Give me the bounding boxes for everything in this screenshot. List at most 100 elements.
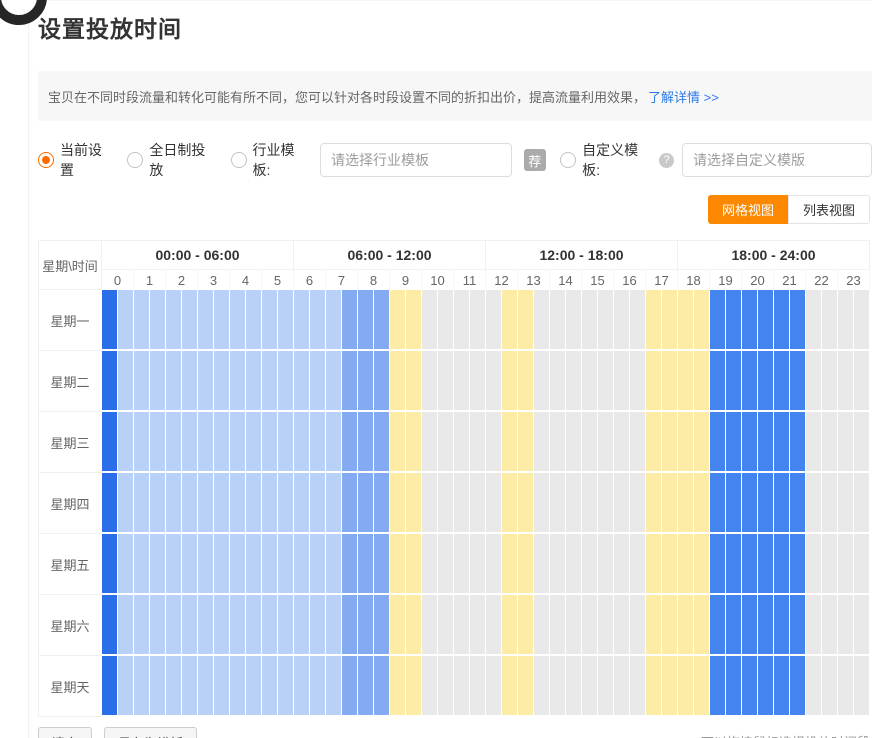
- time-slot-cell[interactable]: [518, 412, 534, 473]
- time-slot-cell[interactable]: [150, 351, 166, 412]
- time-slot-cell[interactable]: [678, 656, 694, 717]
- time-slot-cell[interactable]: [230, 351, 246, 412]
- time-slot-cell[interactable]: [310, 290, 326, 351]
- time-slot-cell[interactable]: [758, 595, 774, 656]
- time-slot-cell[interactable]: [662, 656, 678, 717]
- time-slot-cell[interactable]: [502, 595, 518, 656]
- time-slot-cell[interactable]: [502, 351, 518, 412]
- time-slot-cell[interactable]: [566, 473, 582, 534]
- time-slot-cell[interactable]: [102, 351, 118, 412]
- time-slot-cell[interactable]: [790, 595, 806, 656]
- time-slot-cell[interactable]: [790, 473, 806, 534]
- time-slot-cell[interactable]: [758, 412, 774, 473]
- time-slot-cell[interactable]: [326, 351, 342, 412]
- time-slot-cell[interactable]: [438, 412, 454, 473]
- time-slot-cell[interactable]: [646, 412, 662, 473]
- time-slot-cell[interactable]: [374, 412, 390, 473]
- radio-current-setting[interactable]: [38, 152, 54, 168]
- time-slot-cell[interactable]: [198, 290, 214, 351]
- time-slot-cell[interactable]: [470, 351, 486, 412]
- time-slot-cell[interactable]: [854, 473, 870, 534]
- time-slot-cell[interactable]: [614, 534, 630, 595]
- time-slot-cell[interactable]: [230, 534, 246, 595]
- time-slot-cell[interactable]: [374, 656, 390, 717]
- time-slot-cell[interactable]: [598, 473, 614, 534]
- time-slot-cell[interactable]: [470, 473, 486, 534]
- time-slot-cell[interactable]: [438, 351, 454, 412]
- time-slot-cell[interactable]: [198, 412, 214, 473]
- time-slot-cell[interactable]: [166, 595, 182, 656]
- time-slot-cell[interactable]: [822, 595, 838, 656]
- time-slot-cell[interactable]: [614, 412, 630, 473]
- time-slot-cell[interactable]: [758, 290, 774, 351]
- time-slot-cell[interactable]: [806, 473, 822, 534]
- time-slot-cell[interactable]: [630, 351, 646, 412]
- time-slot-cell[interactable]: [166, 412, 182, 473]
- time-slot-cell[interactable]: [518, 534, 534, 595]
- time-slot-cell[interactable]: [774, 656, 790, 717]
- time-slot-cell[interactable]: [806, 534, 822, 595]
- save-as-template-button[interactable]: 另存为模板: [104, 727, 197, 738]
- time-slot-cell[interactable]: [262, 595, 278, 656]
- time-slot-cell[interactable]: [102, 473, 118, 534]
- time-slot-cell[interactable]: [726, 351, 742, 412]
- time-slot-cell[interactable]: [278, 473, 294, 534]
- time-slot-cell[interactable]: [806, 412, 822, 473]
- time-slot-cell[interactable]: [438, 290, 454, 351]
- time-slot-cell[interactable]: [694, 412, 710, 473]
- time-slot-cell[interactable]: [662, 473, 678, 534]
- time-slot-cell[interactable]: [646, 534, 662, 595]
- time-slot-cell[interactable]: [582, 534, 598, 595]
- time-slot-cell[interactable]: [710, 656, 726, 717]
- time-slot-cell[interactable]: [854, 534, 870, 595]
- time-slot-cell[interactable]: [134, 534, 150, 595]
- time-slot-cell[interactable]: [470, 412, 486, 473]
- time-slot-cell[interactable]: [726, 412, 742, 473]
- time-slot-cell[interactable]: [342, 351, 358, 412]
- time-slot-cell[interactable]: [326, 595, 342, 656]
- time-slot-cell[interactable]: [406, 473, 422, 534]
- time-slot-cell[interactable]: [838, 595, 854, 656]
- time-slot-cell[interactable]: [358, 595, 374, 656]
- time-slot-cell[interactable]: [118, 412, 134, 473]
- time-slot-cell[interactable]: [390, 290, 406, 351]
- time-slot-cell[interactable]: [406, 534, 422, 595]
- time-slot-cell[interactable]: [166, 351, 182, 412]
- time-slot-cell[interactable]: [486, 534, 502, 595]
- time-slot-cell[interactable]: [550, 534, 566, 595]
- time-slot-cell[interactable]: [214, 351, 230, 412]
- time-slot-cell[interactable]: [582, 290, 598, 351]
- time-slot-cell[interactable]: [486, 656, 502, 717]
- time-slot-cell[interactable]: [214, 412, 230, 473]
- time-slot-cell[interactable]: [630, 595, 646, 656]
- time-slot-cell[interactable]: [406, 290, 422, 351]
- time-slot-cell[interactable]: [822, 534, 838, 595]
- time-slot-cell[interactable]: [598, 595, 614, 656]
- time-slot-cell[interactable]: [294, 656, 310, 717]
- time-slot-cell[interactable]: [726, 290, 742, 351]
- time-slot-cell[interactable]: [742, 412, 758, 473]
- time-slot-cell[interactable]: [406, 412, 422, 473]
- time-slot-cell[interactable]: [182, 656, 198, 717]
- time-slot-cell[interactable]: [582, 351, 598, 412]
- time-slot-cell[interactable]: [214, 290, 230, 351]
- time-slot-cell[interactable]: [822, 351, 838, 412]
- custom-template-input[interactable]: [682, 143, 872, 177]
- time-slot-cell[interactable]: [502, 412, 518, 473]
- time-slot-cell[interactable]: [358, 656, 374, 717]
- time-slot-cell[interactable]: [422, 351, 438, 412]
- time-slot-cell[interactable]: [390, 534, 406, 595]
- time-slot-cell[interactable]: [422, 473, 438, 534]
- time-slot-cell[interactable]: [806, 290, 822, 351]
- time-slot-cell[interactable]: [790, 412, 806, 473]
- time-slot-cell[interactable]: [678, 290, 694, 351]
- time-slot-cell[interactable]: [374, 351, 390, 412]
- time-slot-cell[interactable]: [470, 290, 486, 351]
- time-slot-cell[interactable]: [134, 351, 150, 412]
- time-slot-cell[interactable]: [118, 595, 134, 656]
- time-slot-cell[interactable]: [646, 656, 662, 717]
- time-slot-cell[interactable]: [742, 656, 758, 717]
- time-slot-cell[interactable]: [742, 290, 758, 351]
- time-slot-cell[interactable]: [246, 412, 262, 473]
- time-slot-cell[interactable]: [134, 595, 150, 656]
